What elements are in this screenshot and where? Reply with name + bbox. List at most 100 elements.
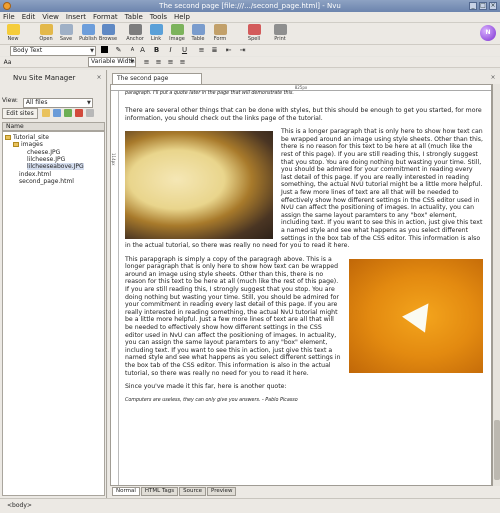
- outdent-icon[interactable]: ⇤: [224, 46, 233, 55]
- tree-item-images[interactable]: images: [13, 141, 43, 148]
- edit-mode-tabs: Normal HTML Tags Source Preview: [112, 487, 237, 496]
- menu-format[interactable]: Format: [93, 13, 118, 21]
- refresh-icon[interactable]: [64, 109, 72, 117]
- site-manager-panel: Nvu Site Manager × View: All files ▼ Edit…: [0, 70, 107, 498]
- stop-icon[interactable]: [75, 109, 83, 117]
- tree-item-second-page[interactable]: second_page.html: [19, 178, 74, 185]
- new-button[interactable]: New: [3, 24, 23, 44]
- window-controls: _ □ ×: [469, 2, 497, 10]
- tree-item-lilcheese[interactable]: lilcheese.JPG: [27, 156, 65, 163]
- anchor-icon: [128, 24, 142, 35]
- format-toolbar-2: Aa Variable Width ▼ ≡ ≡ ≡ ≡: [0, 57, 500, 68]
- text-color-button[interactable]: [101, 46, 108, 53]
- title-bar: The second page [file:///.../second_page…: [0, 0, 500, 12]
- tree-item-tutorial-site[interactable]: Tutorial_site: [5, 134, 49, 141]
- close-icon[interactable]: ×: [95, 74, 103, 82]
- menu-file[interactable]: File: [3, 13, 15, 21]
- minimize-button[interactable]: _: [469, 2, 477, 10]
- menu-edit[interactable]: Edit: [22, 13, 36, 21]
- document-content[interactable]: paragraph. I'll put a quote later in the…: [125, 91, 483, 410]
- align-right-icon[interactable]: ≡: [166, 58, 175, 67]
- align-left-icon[interactable]: ≡: [142, 58, 151, 67]
- menu-insert[interactable]: Insert: [66, 13, 86, 21]
- document-view[interactable]: 825px 114px paragraph. I'll put a quote …: [110, 84, 492, 486]
- table-icon: [191, 24, 205, 35]
- tab-preview[interactable]: Preview: [207, 487, 237, 496]
- form-icon: [213, 24, 227, 35]
- tag-breadcrumb[interactable]: <body>: [7, 502, 32, 509]
- vertical-ruler: 114px: [111, 91, 119, 485]
- highlight-icon[interactable]: ✎: [114, 46, 123, 55]
- bold-button[interactable]: B: [152, 46, 161, 55]
- link-icon: [149, 24, 163, 35]
- site-manager-header: Nvu Site Manager ×: [2, 72, 105, 84]
- paragraph-4: Since you've made it this far, here is a…: [125, 383, 287, 391]
- view-filter: View: All files ▼: [2, 97, 93, 108]
- open-button[interactable]: Open: [36, 24, 56, 44]
- indent-icon[interactable]: ⇥: [238, 46, 247, 55]
- status-bar: <body>: [0, 498, 500, 513]
- folder-icon: [13, 142, 19, 147]
- format-toolbar-1: Body Text ▼ ✎ A A B I U ≡ ≣ ⇤ ⇥: [0, 45, 500, 56]
- menu-table[interactable]: Table: [125, 13, 143, 21]
- delete-icon[interactable]: [86, 109, 94, 117]
- composition-toolbar: New Open Save Publish Browse Anchor Link…: [0, 23, 500, 45]
- save-icon: [59, 24, 73, 35]
- vertical-scrollbar[interactable]: [492, 84, 500, 486]
- spell-button[interactable]: Spell: [244, 24, 264, 44]
- close-window-button[interactable]: ×: [489, 2, 497, 10]
- tab-second-page[interactable]: The second page: [112, 73, 202, 84]
- align-justify-icon[interactable]: ≡: [178, 58, 187, 67]
- picasso-quote: Computers are useless, they can only giv…: [125, 397, 298, 403]
- font-smaller-button[interactable]: A: [128, 46, 137, 55]
- anchor-button[interactable]: Anchor: [125, 24, 145, 44]
- tree-item-cheese[interactable]: cheese.JPG: [27, 149, 60, 156]
- cheese-image[interactable]: [125, 131, 273, 240]
- cheese-above-image[interactable]: [349, 258, 483, 373]
- nvu-app-icon: [3, 2, 11, 10]
- vertical-ruler-label: 114px: [111, 153, 116, 166]
- tree-item-index[interactable]: index.html: [19, 171, 51, 178]
- link-button[interactable]: Link: [146, 24, 166, 44]
- save-button[interactable]: Save: [56, 24, 76, 44]
- scrollbar-thumb[interactable]: [494, 420, 500, 480]
- new-doc-icon: [6, 24, 20, 35]
- menu-view[interactable]: View: [42, 13, 59, 21]
- view-select[interactable]: All files ▼: [22, 98, 93, 108]
- table-button[interactable]: Table: [188, 24, 208, 44]
- italic-button[interactable]: I: [166, 46, 175, 55]
- maximize-button[interactable]: □: [479, 2, 487, 10]
- font-larger-button[interactable]: A: [138, 46, 147, 55]
- site-manager-title: Nvu Site Manager: [13, 74, 76, 82]
- tab-normal[interactable]: Normal: [112, 487, 140, 496]
- window-title: The second page [file:///.../second_page…: [159, 2, 341, 10]
- close-tab-icon[interactable]: ×: [489, 74, 497, 82]
- align-center-icon[interactable]: ≡: [154, 58, 163, 67]
- edit-sites-button[interactable]: Edit sites: [2, 108, 38, 119]
- menu-tools[interactable]: Tools: [150, 13, 167, 21]
- open-folder-icon: [39, 24, 53, 35]
- paragraph-style-select[interactable]: Body Text ▼: [10, 46, 96, 56]
- menu-help[interactable]: Help: [174, 13, 190, 21]
- bullet-list-icon[interactable]: ≡: [197, 46, 206, 55]
- tab-html-tags[interactable]: HTML Tags: [140, 487, 179, 496]
- name-column-header[interactable]: Name: [2, 122, 105, 131]
- form-button[interactable]: Form: [210, 24, 230, 44]
- site-actions: [42, 109, 94, 117]
- browse-icon: [101, 24, 115, 35]
- print-button[interactable]: Print: [270, 24, 290, 44]
- chevron-down-icon: ▼: [90, 48, 94, 54]
- underline-button[interactable]: U: [180, 46, 189, 55]
- font-icon: Aa: [3, 59, 12, 66]
- image-button[interactable]: Image: [167, 24, 187, 44]
- numbered-list-icon[interactable]: ≣: [210, 46, 219, 55]
- tab-source[interactable]: Source: [179, 487, 207, 496]
- chevron-down-icon: ▼: [130, 59, 134, 65]
- publish-button[interactable]: Publish: [78, 24, 98, 44]
- browse-button[interactable]: Browse: [98, 24, 118, 44]
- new-folder-icon[interactable]: [42, 109, 50, 117]
- folder-icon: [5, 135, 11, 140]
- tree-item-lilcheeseabove[interactable]: lilcheeseabove.JPG: [27, 163, 84, 170]
- font-select[interactable]: Variable Width ▼: [88, 57, 136, 67]
- edit-icon[interactable]: [53, 109, 61, 117]
